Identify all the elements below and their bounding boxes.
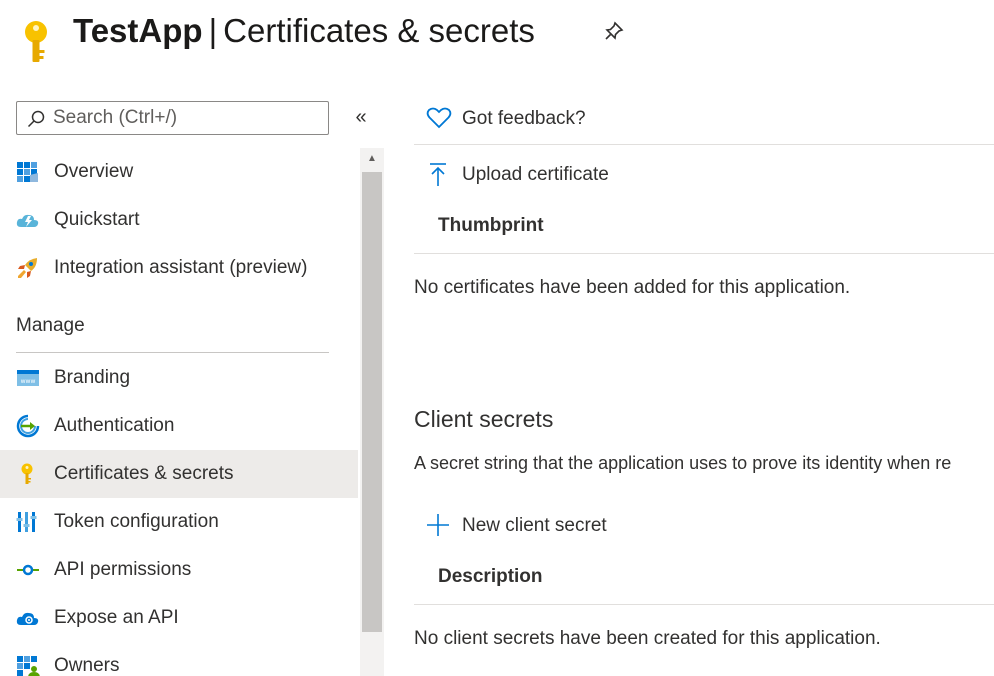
sidebar-item-label: Integration assistant (preview): [54, 257, 308, 278]
new-client-secret-button[interactable]: New client secret: [414, 507, 674, 543]
sidebar-item-api-permissions[interactable]: API permissions: [0, 546, 358, 594]
certificates-empty-message: No certificates have been added for this…: [414, 277, 851, 298]
sidebar-item-label: Expose an API: [54, 607, 179, 628]
sidebar-item-owners[interactable]: Owners: [0, 642, 358, 676]
heart-icon: [426, 106, 452, 130]
search-input[interactable]: [53, 106, 321, 130]
page-name: Certificates & secrets: [223, 12, 535, 49]
sidebar-nav: Overview Quickstart Integration assistan…: [0, 148, 358, 676]
new-client-secret-label: New client secret: [462, 515, 607, 536]
sidebar-item-overview[interactable]: Overview: [0, 148, 358, 196]
expose-api-cloud-icon: [16, 606, 40, 630]
sidebar-item-label: Owners: [54, 655, 120, 676]
key-icon: [16, 462, 40, 486]
authentication-icon: [16, 414, 40, 438]
quickstart-cloud-icon: [16, 208, 40, 232]
scrollbar-thumb[interactable]: [362, 172, 382, 632]
search-icon: [27, 110, 45, 128]
feedback-button[interactable]: Got feedback?: [414, 100, 994, 136]
manage-divider: [16, 352, 329, 353]
page-title: TestApp | Certificates & secrets: [73, 10, 535, 52]
collapse-sidebar-button[interactable]: «: [350, 106, 372, 130]
sidebar-item-label: Overview: [54, 161, 134, 182]
pin-icon[interactable]: [603, 20, 625, 42]
description-column-header[interactable]: Description: [438, 566, 543, 588]
token-bars-icon: [16, 510, 40, 534]
client-secrets-title: Client secrets: [414, 406, 554, 432]
thumbprint-column-header[interactable]: Thumbprint: [438, 215, 544, 237]
app-name: TestApp: [73, 12, 203, 49]
secrets-empty-message: No client secrets have been created for …: [414, 628, 881, 649]
sidebar-item-label: Authentication: [54, 415, 175, 436]
sidebar-item-label: API permissions: [54, 559, 192, 580]
secrets-table-divider: [414, 604, 994, 605]
sidebar-item-integration-assistant[interactable]: Integration assistant (preview): [0, 244, 358, 292]
client-secrets-description: A secret string that the application use…: [414, 453, 952, 473]
plus-icon: [426, 513, 450, 537]
app-key-icon: [20, 18, 52, 66]
sidebar-item-branding[interactable]: www Branding: [0, 354, 358, 402]
certificates-table-divider: [414, 253, 994, 254]
title-separator: |: [208, 12, 218, 49]
upload-certificate-button[interactable]: Upload certificate: [414, 156, 674, 192]
svg-text:www: www: [21, 378, 36, 385]
search-box[interactable]: [16, 101, 329, 135]
api-permissions-icon: [16, 558, 40, 582]
sidebar-item-token-configuration[interactable]: Token configuration: [0, 498, 358, 546]
sidebar-item-certificates-secrets[interactable]: Certificates & secrets: [0, 450, 358, 498]
overview-grid-icon: [16, 160, 40, 184]
upload-certificate-label: Upload certificate: [462, 164, 609, 185]
owners-icon: [16, 654, 40, 676]
upload-arrow-icon: [426, 162, 450, 186]
sidebar-item-label: Quickstart: [54, 209, 140, 230]
scroll-up-arrow-icon[interactable]: ▲: [362, 150, 382, 168]
sidebar-item-authentication[interactable]: Authentication: [0, 402, 358, 450]
sidebar-item-label: Certificates & secrets: [54, 463, 234, 484]
command-bar-divider: [414, 144, 994, 145]
manage-section-header: Manage: [16, 315, 85, 336]
branding-icon: www: [16, 366, 40, 390]
sidebar-item-label: Token configuration: [54, 511, 219, 532]
sidebar-item-label: Branding: [54, 367, 131, 388]
sidebar-item-expose-an-api[interactable]: Expose an API: [0, 594, 358, 642]
feedback-label: Got feedback?: [462, 108, 586, 129]
sidebar-item-quickstart[interactable]: Quickstart: [0, 196, 358, 244]
rocket-icon: [16, 256, 40, 280]
